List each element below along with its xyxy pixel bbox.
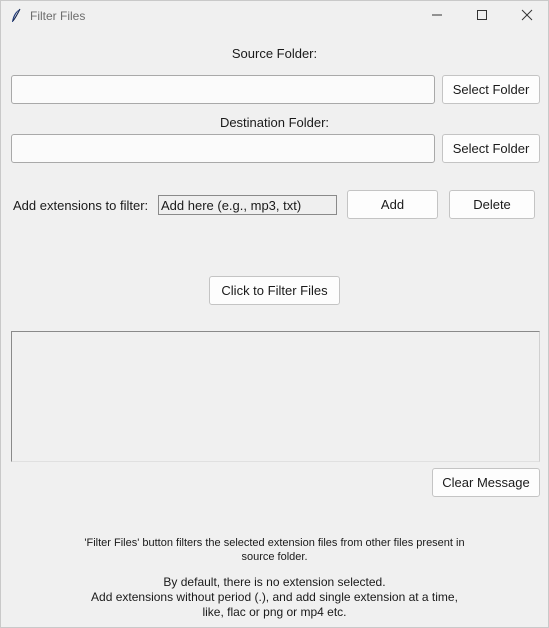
extensions-label: Add extensions to filter:	[13, 198, 149, 213]
minimize-button[interactable]	[414, 1, 460, 32]
window-title: Filter Files	[30, 9, 86, 23]
delete-extension-button[interactable]: Delete	[449, 190, 535, 219]
destination-folder-input[interactable]	[11, 134, 435, 163]
source-folder-label: Source Folder:	[231, 46, 318, 61]
info-text-line-3: By default, there is no extension select…	[163, 575, 386, 589]
title-bar[interactable]: Filter Files	[1, 1, 548, 32]
close-button[interactable]	[504, 1, 549, 32]
minimize-icon	[431, 8, 443, 26]
add-extension-button[interactable]: Add	[347, 190, 438, 219]
clear-message-button[interactable]: Clear Message	[432, 468, 540, 497]
info-text-line-1: 'Filter Files' button filters the select…	[84, 537, 465, 549]
maximize-icon	[476, 8, 488, 26]
feather-icon	[10, 8, 22, 24]
extension-input[interactable]	[158, 195, 337, 215]
source-folder-input[interactable]	[11, 75, 435, 104]
close-icon	[521, 8, 533, 26]
message-box[interactable]	[11, 331, 540, 462]
filter-files-window: Filter Files Source Folder: Select Folde…	[0, 0, 549, 628]
maximize-button[interactable]	[459, 1, 505, 32]
info-text-line-2: source folder.	[241, 551, 308, 563]
select-destination-folder-button[interactable]: Select Folder	[442, 134, 540, 163]
info-text-line-5: like, flac or png or mp4 etc.	[202, 605, 347, 619]
destination-folder-label: Destination Folder:	[219, 115, 330, 130]
info-text-line-4: Add extensions without period (.), and a…	[91, 590, 458, 604]
filter-files-button[interactable]: Click to Filter Files	[209, 276, 340, 305]
select-source-folder-button[interactable]: Select Folder	[442, 75, 540, 104]
